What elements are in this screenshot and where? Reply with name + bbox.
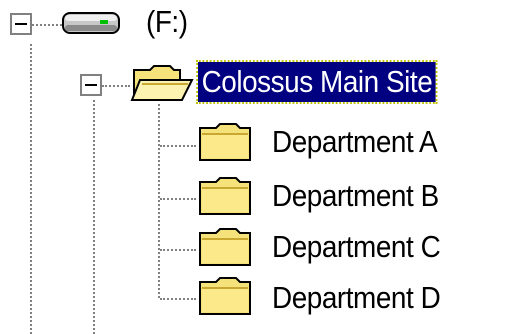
folder-icon[interactable] — [196, 274, 254, 318]
department-c-label[interactable]: Department C — [272, 227, 441, 267]
site-collapse-toggle[interactable] — [80, 74, 102, 96]
tree-connector-line — [32, 24, 62, 26]
tree-connector-line — [93, 100, 95, 334]
tree-connector-line — [158, 104, 160, 298]
tree-connector-line — [160, 198, 196, 200]
drive-collapse-toggle[interactable] — [10, 13, 32, 35]
drive-icon[interactable] — [62, 11, 122, 37]
folder-open-icon[interactable] — [130, 60, 196, 104]
tree-connector-line — [160, 298, 196, 300]
department-a-label[interactable]: Department A — [272, 122, 438, 162]
department-d-label[interactable]: Department D — [272, 278, 441, 318]
department-b-label[interactable]: Department B — [272, 176, 439, 216]
tree-connector-line — [160, 145, 196, 147]
tree-connector-line — [160, 249, 196, 251]
folder-icon[interactable] — [196, 225, 254, 269]
tree-connector-line — [102, 85, 130, 87]
tree-connector-line — [30, 44, 32, 334]
folder-icon[interactable] — [196, 174, 254, 218]
drive-label[interactable]: (F:) — [146, 2, 188, 42]
folder-tree: (F:) Colossus Main Site Department A Dep… — [0, 0, 521, 334]
site-label[interactable]: Colossus Main Site — [196, 60, 438, 104]
folder-icon[interactable] — [196, 120, 254, 164]
